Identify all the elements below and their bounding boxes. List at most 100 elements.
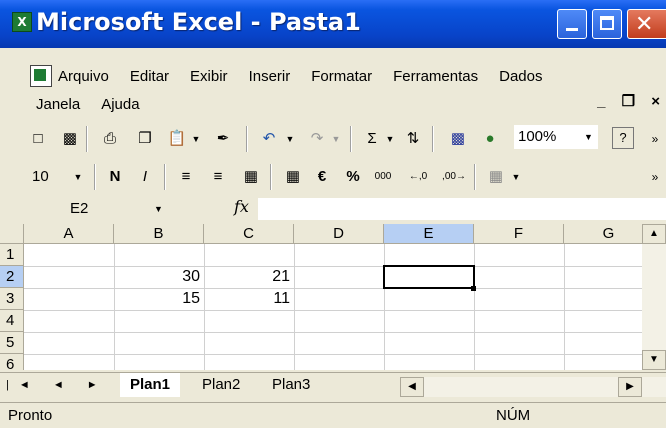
zoom-select[interactable]: 100% ▼ [514, 125, 598, 149]
sheet-tab-plan2[interactable]: Plan2 [192, 373, 250, 397]
paste-dropdown-icon[interactable]: ▼ [190, 127, 202, 151]
window-title: Microsoft Excel - Pasta1 [36, 8, 361, 36]
borders-icon[interactable]: ▦ [486, 165, 506, 189]
column-header-g[interactable]: G [564, 224, 654, 244]
menu-dados[interactable]: Dados [499, 68, 542, 85]
menu-janela[interactable]: Janela [36, 96, 80, 113]
formatting-toolbar: 10 ▼ N I ≡ ≡ ▦ ▦ € % 000 ←,0 ,00→ ▦ ▼ » [0, 160, 666, 194]
menu-editar[interactable]: Editar [130, 68, 169, 85]
print-icon[interactable]: ⎙ [98, 127, 122, 151]
borders-dropdown-icon[interactable]: ▼ [510, 165, 522, 189]
undo-icon[interactable]: ↶ [258, 127, 280, 151]
column-header-f[interactable]: F [474, 224, 564, 244]
euro-icon[interactable]: € [312, 165, 332, 189]
row-header-1[interactable]: 1 [0, 244, 24, 266]
workbook-close-icon[interactable]: × [651, 93, 660, 110]
paste-icon[interactable]: 📋 [166, 127, 188, 151]
toolbar-separator [350, 126, 352, 152]
cell-b2[interactable]: 30 [114, 266, 204, 288]
cell-c3[interactable]: 11 [204, 288, 294, 310]
first-sheet-icon[interactable]: |◄ [6, 379, 40, 391]
prev-sheet-icon[interactable]: ◄ [53, 379, 74, 391]
menu-formatar[interactable]: Formatar [311, 68, 372, 85]
menu-bar-row2: Janela Ajuda [0, 90, 161, 118]
menu-ajuda[interactable]: Ajuda [101, 96, 139, 113]
autosum-dropdown-icon[interactable]: ▼ [384, 127, 396, 151]
column-header-a[interactable]: A [24, 224, 114, 244]
scroll-up-icon[interactable]: ▲ [642, 224, 666, 244]
toolbar-overflow-icon[interactable]: » [648, 127, 662, 151]
excel-window: X Microsoft Excel - Pasta1 ✕ Arquivo Edi… [0, 0, 666, 428]
increase-decimal-button[interactable]: ←,0 [406, 165, 430, 189]
align-right-icon[interactable]: ≡ [208, 165, 228, 189]
column-header-e[interactable]: E [384, 224, 474, 244]
insert-function-icon[interactable]: fx [234, 197, 249, 216]
row-header-6[interactable]: 6 [0, 354, 24, 370]
workbook-restore-icon[interactable]: ❒ [622, 93, 635, 110]
decrease-decimal-button[interactable]: ,00→ [440, 165, 468, 189]
currency-style-icon[interactable]: ▦ [282, 165, 304, 189]
column-header-c[interactable]: C [204, 224, 294, 244]
minimize-button[interactable] [557, 9, 587, 39]
autosum-icon[interactable]: Σ [362, 127, 382, 151]
drawing-icon[interactable]: ● [478, 127, 502, 151]
menu-inserir[interactable]: Inserir [249, 68, 291, 85]
row-header-4[interactable]: 4 [0, 310, 24, 332]
sort-ascending-icon[interactable]: ⇅ [402, 127, 424, 151]
title-bar[interactable]: X Microsoft Excel - Pasta1 ✕ [0, 0, 666, 48]
font-size-dropdown-icon[interactable]: ▼ [72, 165, 84, 189]
sheet-tab-plan1[interactable]: Plan1 [120, 373, 181, 397]
select-all-corner[interactable] [0, 224, 24, 244]
font-size-value: 10 [32, 168, 49, 185]
bold-button[interactable]: N [106, 165, 124, 189]
excel-app-icon[interactable]: X [12, 12, 32, 32]
cell-c2[interactable]: 21 [204, 266, 294, 288]
merge-center-icon[interactable]: ▦ [240, 165, 262, 189]
scroll-left-icon[interactable]: ◀ [400, 377, 424, 397]
next-sheet-icon[interactable]: ► [87, 379, 108, 391]
grid-line [24, 354, 666, 355]
active-cell-selection[interactable] [383, 265, 475, 289]
menu-exibir[interactable]: Exibir [190, 68, 228, 85]
fill-handle[interactable] [471, 286, 476, 291]
menu-ferramentas[interactable]: Ferramentas [393, 68, 478, 85]
chart-wizard-icon[interactable]: ▩ [446, 127, 470, 151]
new-document-icon[interactable]: □ [28, 127, 48, 151]
format-painter-icon[interactable]: ✒ [212, 127, 234, 151]
num-lock-indicator: NÚM [496, 407, 531, 424]
status-text: Pronto [8, 407, 53, 424]
row-header-3[interactable]: 3 [0, 288, 24, 310]
formula-input[interactable] [258, 198, 666, 220]
zoom-dropdown-icon[interactable]: ▼ [584, 125, 593, 149]
align-center-icon[interactable]: ≡ [176, 165, 196, 189]
sheet-tab-plan3[interactable]: Plan3 [262, 373, 320, 397]
column-header-d[interactable]: D [294, 224, 384, 244]
scroll-down-icon[interactable]: ▼ [642, 350, 666, 370]
toolbar-overflow-icon[interactable]: » [648, 165, 662, 189]
undo-dropdown-icon[interactable]: ▼ [284, 127, 296, 151]
maximize-button[interactable] [592, 9, 622, 39]
italic-button[interactable]: I [136, 165, 154, 189]
name-box-dropdown-icon[interactable]: ▼ [154, 198, 163, 220]
name-box-value: E2 [70, 200, 89, 217]
cell-b3[interactable]: 15 [114, 288, 204, 310]
workbook-minimize-icon[interactable]: _ [597, 93, 605, 110]
row-header-5[interactable]: 5 [0, 332, 24, 354]
worksheet-grid[interactable]: A B C D E F G 1 2 3 4 5 6 30 21 15 11 [0, 224, 666, 370]
horizontal-scrollbar[interactable]: ◀ ▶ [400, 377, 666, 397]
name-box[interactable]: E2 ▼ [26, 198, 176, 220]
column-header-b[interactable]: B [114, 224, 204, 244]
workbook-icon[interactable] [30, 65, 52, 87]
vertical-scrollbar[interactable]: ▲ ▼ [642, 224, 666, 370]
redo-icon[interactable]: ↷ [306, 127, 328, 151]
row-header-2[interactable]: 2 [0, 266, 24, 288]
close-button[interactable]: ✕ [627, 9, 666, 39]
help-icon[interactable]: ? [612, 127, 634, 149]
scroll-right-icon[interactable]: ▶ [618, 377, 642, 397]
comma-style-button[interactable]: 000 [370, 165, 396, 189]
copy-icon[interactable]: ❐ [134, 127, 156, 151]
menu-arquivo[interactable]: Arquivo [58, 68, 109, 85]
redo-dropdown-icon[interactable]: ▼ [330, 127, 342, 151]
percent-style-button[interactable]: % [342, 165, 364, 189]
save-icon[interactable]: ▩ [60, 127, 80, 151]
